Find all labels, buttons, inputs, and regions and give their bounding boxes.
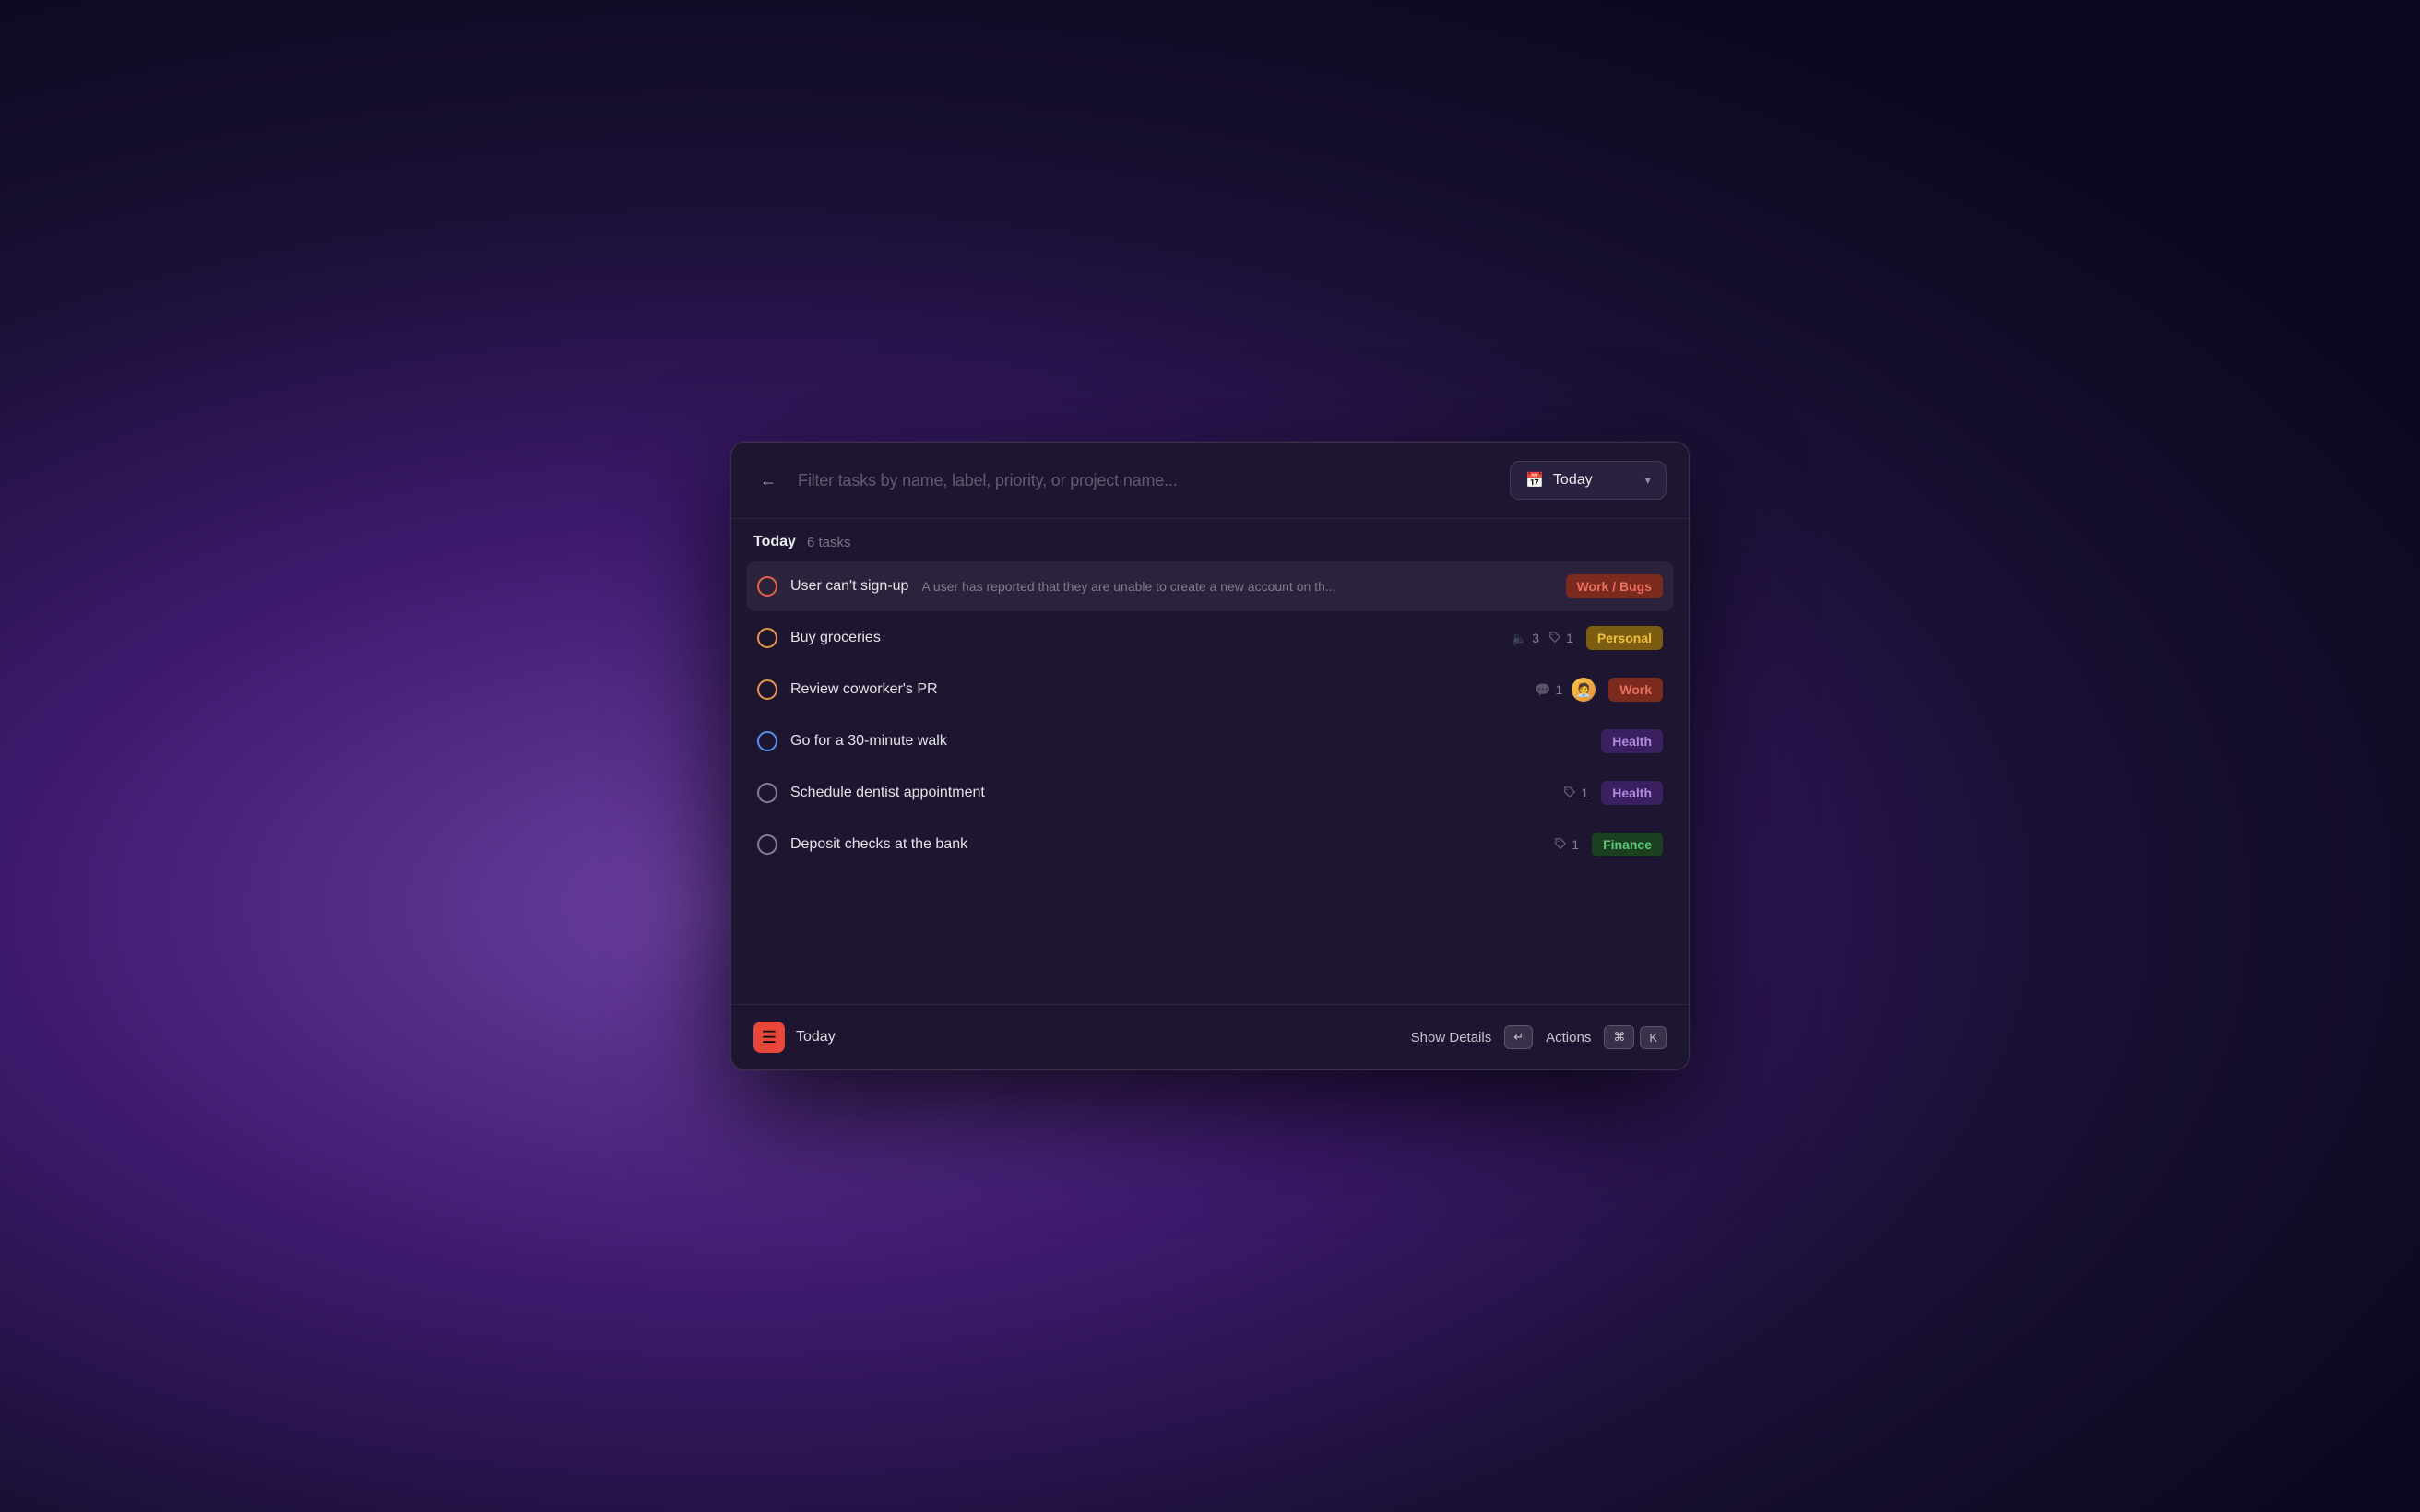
back-button[interactable]: ← bbox=[753, 466, 783, 495]
meta-tag: 1 bbox=[1548, 631, 1573, 646]
actions-shortcut: ⌘ K bbox=[1604, 1025, 1667, 1049]
app-logo: ☰ bbox=[753, 1022, 785, 1053]
task-tag: Work / Bugs bbox=[1566, 574, 1663, 598]
task-tag: Finance bbox=[1592, 833, 1663, 856]
comment-icon: 💬 bbox=[1535, 682, 1550, 698]
task-meta: 1 bbox=[1554, 837, 1579, 853]
footer: ☰ Today Show Details ↵ Actions ⌘ K bbox=[731, 1004, 1689, 1069]
task-item[interactable]: Deposit checks at the bank 1 Finance bbox=[746, 820, 1674, 869]
logo-icon: ☰ bbox=[762, 1028, 777, 1047]
app-window: ← 📅 Today ▾ Today 6 tasks User can't sig… bbox=[730, 442, 1690, 1070]
task-description: A user has reported that they are unable… bbox=[921, 579, 1539, 594]
voice-icon: 🔈 bbox=[1512, 631, 1527, 646]
task-title: Go for a 30-minute walk bbox=[790, 733, 947, 750]
footer-title: Today bbox=[796, 1029, 1411, 1045]
meta-voice: 🔈3 bbox=[1512, 631, 1539, 646]
meta-tag: 1 bbox=[1563, 786, 1588, 801]
task-meta: 💬1 🧑‍💼 bbox=[1535, 678, 1596, 702]
task-item[interactable]: User can't sign-up A user has reported th… bbox=[746, 561, 1674, 611]
chevron-down-icon: ▾ bbox=[1644, 473, 1651, 488]
task-list: User can't sign-up A user has reported th… bbox=[731, 561, 1689, 1004]
search-input[interactable] bbox=[798, 471, 1495, 490]
tasks-today-label: Today bbox=[753, 534, 796, 550]
task-title: Buy groceries bbox=[790, 630, 881, 646]
task-meta: 1 bbox=[1563, 786, 1588, 801]
calendar-icon: 📅 bbox=[1525, 471, 1544, 490]
task-meta: 🔈3 1 bbox=[1512, 631, 1573, 646]
tasks-header: Today 6 tasks bbox=[731, 519, 1689, 561]
task-checkbox[interactable] bbox=[757, 783, 777, 803]
footer-right: Show Details ↵ Actions ⌘ K bbox=[1411, 1025, 1667, 1049]
task-checkbox[interactable] bbox=[757, 731, 777, 751]
cmd-key-badge: ⌘ bbox=[1604, 1025, 1634, 1049]
task-title: Schedule dentist appointment bbox=[790, 785, 985, 801]
task-checkbox[interactable] bbox=[757, 834, 777, 855]
header: ← 📅 Today ▾ bbox=[731, 443, 1689, 519]
back-arrow-icon: ← bbox=[760, 471, 777, 490]
k-key-badge: K bbox=[1640, 1026, 1667, 1049]
task-item[interactable]: Review coworker's PR 💬1 🧑‍💼 Work bbox=[746, 665, 1674, 715]
date-label: Today bbox=[1553, 472, 1636, 489]
search-input-wrap[interactable] bbox=[798, 471, 1495, 490]
meta-tag: 1 bbox=[1554, 837, 1579, 853]
task-tag: Personal bbox=[1586, 626, 1663, 650]
enter-key-badge: ↵ bbox=[1504, 1025, 1533, 1049]
date-selector[interactable]: 📅 Today ▾ bbox=[1510, 461, 1667, 500]
task-checkbox[interactable] bbox=[757, 628, 777, 648]
task-tag: Health bbox=[1601, 729, 1663, 753]
tasks-count: 6 tasks bbox=[807, 535, 851, 550]
task-checkbox[interactable] bbox=[757, 679, 777, 700]
task-item[interactable]: Go for a 30-minute walk Health bbox=[746, 716, 1674, 766]
task-title: Deposit checks at the bank bbox=[790, 836, 967, 853]
tag-icon bbox=[1548, 631, 1561, 646]
show-details-button[interactable]: Show Details bbox=[1411, 1030, 1492, 1045]
task-checkbox[interactable] bbox=[757, 576, 777, 597]
tag-icon bbox=[1554, 837, 1567, 853]
actions-button[interactable]: Actions bbox=[1546, 1030, 1591, 1045]
tag-icon bbox=[1563, 786, 1576, 801]
avatar: 🧑‍💼 bbox=[1572, 678, 1596, 702]
task-title: Review coworker's PR bbox=[790, 681, 938, 698]
task-title: User can't sign-up bbox=[790, 578, 908, 595]
task-tag: Work bbox=[1608, 678, 1663, 702]
task-item[interactable]: Schedule dentist appointment 1 Health bbox=[746, 768, 1674, 818]
meta-comment: 💬1 bbox=[1535, 682, 1562, 698]
task-tag: Health bbox=[1601, 781, 1663, 805]
task-item[interactable]: Buy groceries 🔈3 1 Personal bbox=[746, 613, 1674, 663]
